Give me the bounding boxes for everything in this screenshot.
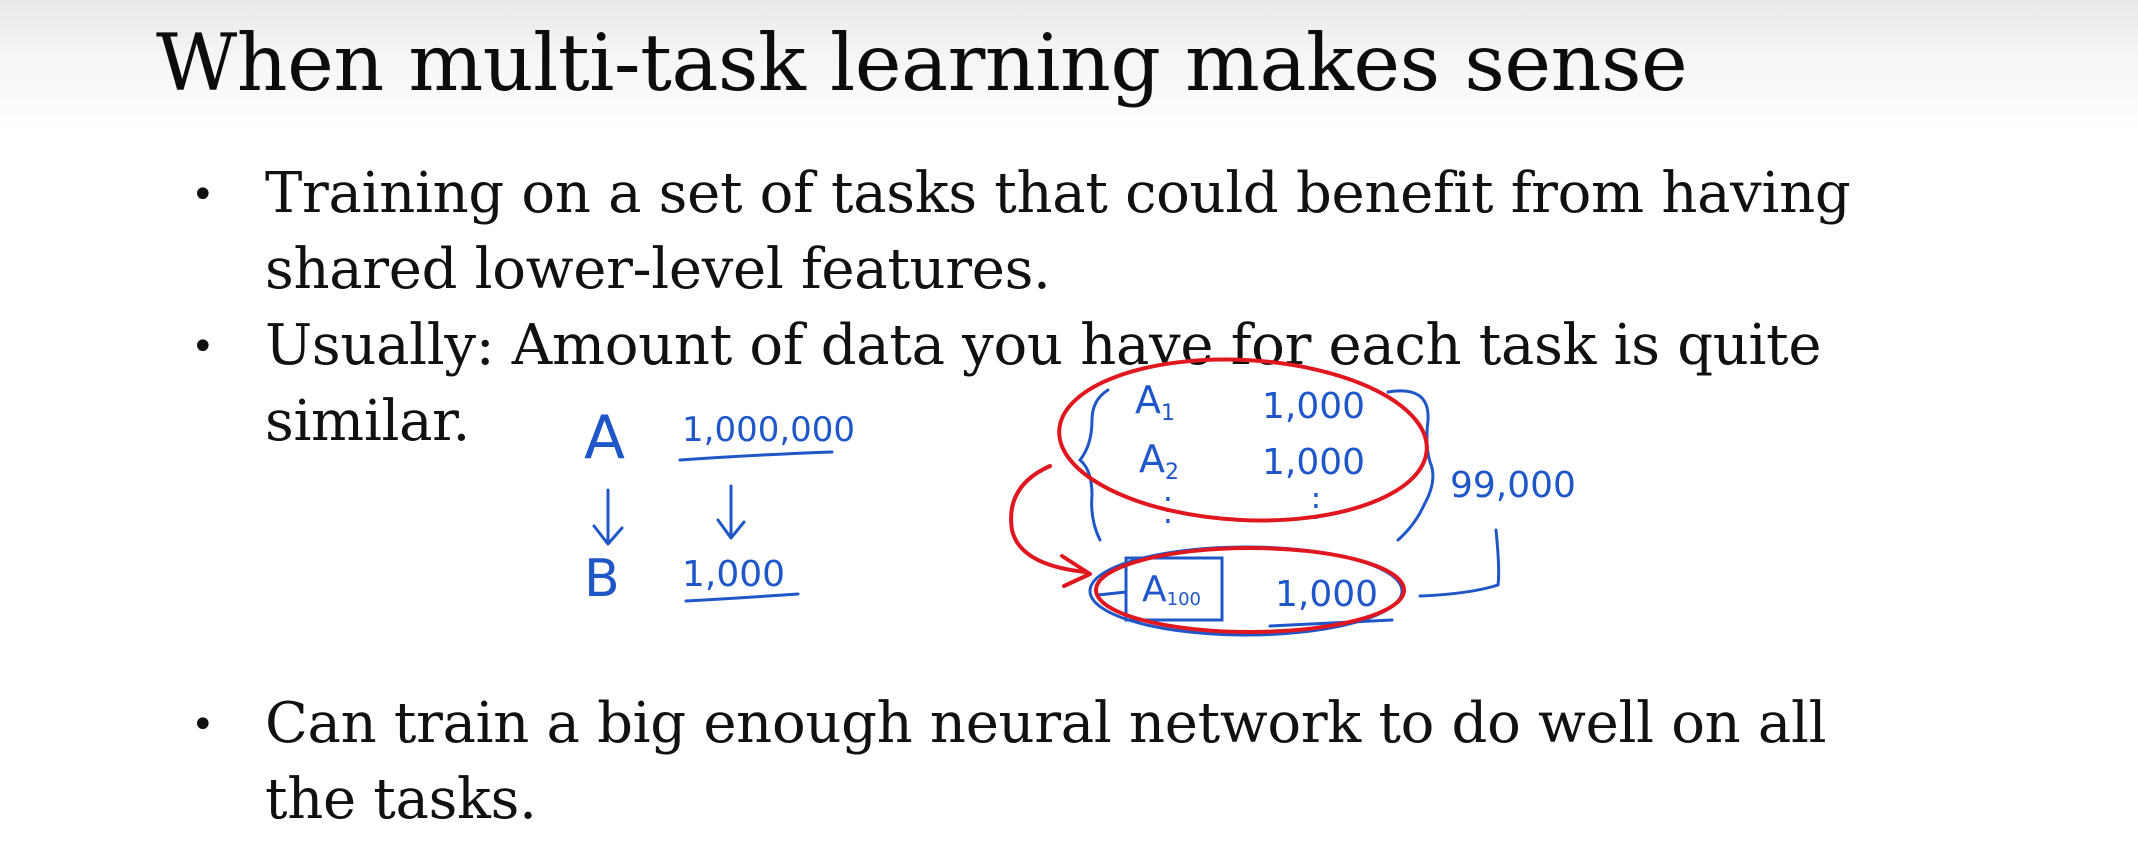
bullet-marker: • [191,324,215,370]
red-curved-arrow [1009,464,1087,574]
bullet-line: shared lower-level features. [265,237,1051,302]
bullet-line: similar. [265,389,470,454]
task-b-count: 1,000 [682,554,785,595]
bullet-shared-features: Training on a set of tasks that could be… [265,156,2045,308]
bullet-line: Can train a big enough neural network to… [265,691,1827,756]
bullet-data-amount: Usually: Amount of data you have for eac… [265,308,2045,460]
slide: When multi-task learning makes sense • T… [0,0,2138,863]
underline [1268,618,1394,628]
connector-line [1418,528,1501,598]
connector-line [1096,590,1128,597]
bullet-marker: • [191,702,215,748]
bullet-marker: • [191,172,215,218]
task-a100-box [1124,556,1224,622]
arrow-down-icon [716,484,746,540]
ellipsis-vertical: ⋮ [1300,486,1332,524]
task-a100-label: A100 [1142,569,1201,610]
arrowhead-icon [1060,554,1092,588]
bullet-big-network: Can train a big enough neural network to… [265,686,2045,838]
task-b-label: B [584,549,620,609]
bullet-line: the tasks. [265,767,537,832]
bullet-line: Training on a set of tasks that could be… [265,161,1851,226]
task-a100-outline [1088,545,1404,637]
bullet-line: Usually: Amount of data you have for eac… [265,313,1822,378]
ellipsis-vertical: ⋮ [1152,490,1184,528]
total-count: 99,000 [1450,465,1576,506]
red-circle-task-a100 [1094,546,1406,634]
arrow-down-icon [592,488,624,546]
task-a100-count: 1,000 [1275,574,1378,615]
slide-title: When multi-task learning makes sense [156,17,1688,109]
underline [684,592,800,603]
